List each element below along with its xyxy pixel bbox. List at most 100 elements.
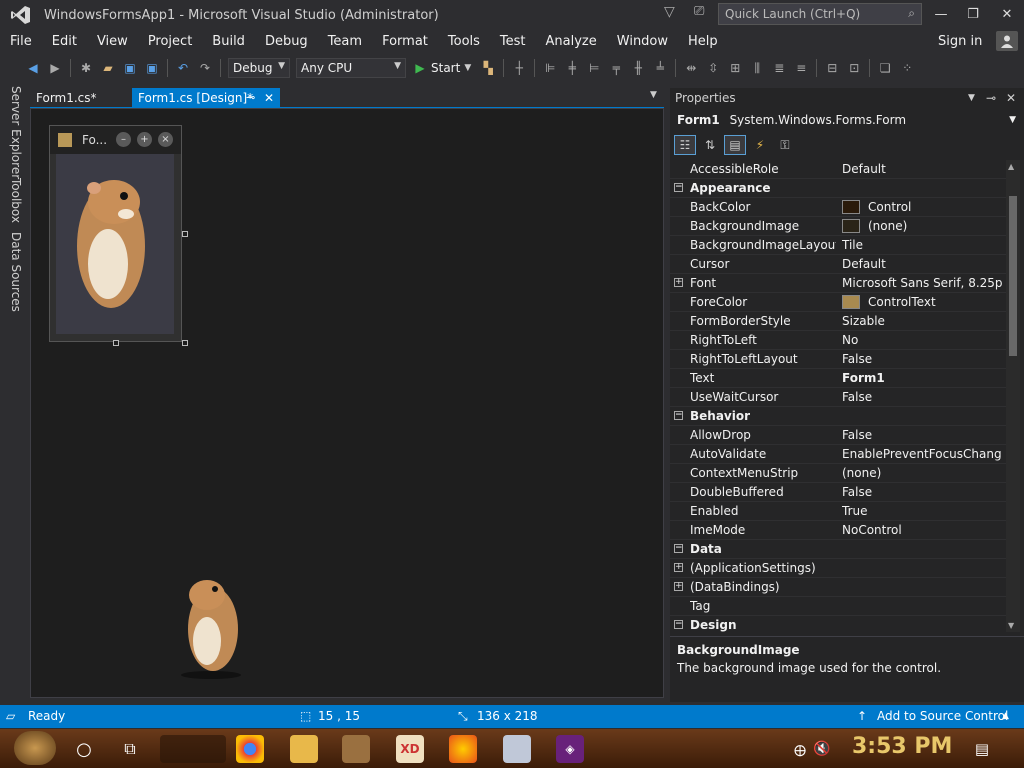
back-icon[interactable]: ◀ — [23, 58, 43, 78]
expand-icon[interactable]: + — [674, 278, 683, 287]
sign-in-link[interactable]: Sign in — [938, 30, 982, 54]
collapse-icon[interactable]: − — [674, 620, 683, 629]
property-row[interactable]: Text Form1 — [670, 369, 1006, 388]
align-centers-icon[interactable]: ╪ — [562, 58, 582, 78]
file-explorer-icon[interactable] — [290, 735, 318, 763]
property-row[interactable]: ContextMenuStrip (none) — [670, 464, 1006, 483]
property-value[interactable]: Microsoft Sans Serif, 8.25pt — [842, 274, 1002, 293]
expand-icon[interactable]: + — [674, 582, 683, 591]
make-same-height-icon[interactable]: ⇳ — [703, 58, 723, 78]
menu-view[interactable]: View — [87, 30, 138, 54]
property-row[interactable]: UseWaitCursor False — [670, 388, 1006, 407]
tab-form1-cs[interactable]: Form1.cs* — [30, 88, 130, 108]
property-category[interactable]: − Data — [670, 540, 1006, 559]
property-row[interactable]: ImeMode NoControl — [670, 521, 1006, 540]
user-icon[interactable] — [996, 31, 1018, 51]
pin-icon[interactable]: ⊸ — [246, 88, 255, 108]
property-row[interactable]: BackgroundImage (none) — [670, 217, 1006, 236]
align-middles-icon[interactable]: ╫ — [628, 58, 648, 78]
scroll-up-icon[interactable]: ▲ — [1008, 162, 1014, 171]
volume-muted-icon[interactable]: 🔇 — [808, 735, 836, 763]
menu-window[interactable]: Window — [607, 30, 678, 54]
property-row[interactable]: Enabled True — [670, 502, 1006, 521]
close-button[interactable]: ✕ — [990, 0, 1024, 28]
align-rights-icon[interactable]: ⊨ — [584, 58, 604, 78]
property-category[interactable]: − Behavior — [670, 407, 1006, 426]
make-same-size-icon[interactable]: ⊞ — [725, 58, 745, 78]
browser-link-icon[interactable]: ▚ — [478, 58, 498, 78]
tab-form1-design[interactable]: Form1.cs [Design]* ⊸ ✕ — [132, 88, 280, 108]
property-row[interactable]: + (DataBindings) — [670, 578, 1006, 597]
center-horizontally-icon[interactable]: ⊟ — [822, 58, 842, 78]
property-value[interactable]: True — [842, 502, 1002, 521]
start-button[interactable]: Start — [431, 61, 460, 75]
tab-overflow-icon[interactable]: ▼ — [650, 90, 657, 100]
pin-icon[interactable]: ⊸ — [986, 88, 996, 108]
restore-button[interactable]: ❐ — [956, 0, 990, 28]
scrollbar-thumb[interactable] — [1009, 196, 1017, 356]
notifications-icon[interactable]: ▤ — [968, 735, 996, 763]
properties-icon[interactable]: ▤ — [724, 135, 746, 155]
property-value[interactable]: False — [842, 350, 1002, 369]
collapse-icon[interactable]: − — [674, 544, 683, 553]
property-value[interactable]: False — [842, 426, 1002, 445]
taskbar-clock[interactable]: 3:53 PM — [852, 734, 952, 759]
property-grid-scrollbar[interactable]: ▲ ▼ — [1006, 160, 1020, 632]
form-designer-surface[interactable]: Fo... – + × — [30, 108, 664, 698]
new-project-icon[interactable]: ✱ — [76, 58, 96, 78]
start-menu-icon[interactable] — [14, 731, 56, 765]
property-value[interactable]: Form1 — [842, 369, 1002, 388]
align-bottoms-icon[interactable]: ╧ — [650, 58, 670, 78]
alphabetical-icon[interactable]: ⇅ — [699, 135, 721, 155]
scroll-down-icon[interactable]: ▼ — [1008, 621, 1014, 630]
property-row[interactable]: Tag — [670, 597, 1006, 616]
close-icon[interactable]: ✕ — [1006, 88, 1016, 108]
vertical-spacing-icon[interactable]: ≣ — [769, 58, 789, 78]
resize-handle-corner[interactable] — [182, 340, 188, 346]
property-value[interactable]: Default — [842, 160, 1002, 179]
object-selector[interactable]: Form1 System.Windows.Forms.Form ▼ — [674, 110, 1020, 130]
spacing-icon[interactable]: ≡ — [791, 58, 811, 78]
property-value[interactable]: No — [842, 331, 1002, 350]
undo-icon[interactable]: ↶ — [173, 58, 193, 78]
search-box[interactable] — [160, 735, 226, 763]
send-to-back-icon[interactable]: ⁘ — [897, 58, 917, 78]
minimize-button[interactable]: — — [924, 0, 958, 28]
property-row[interactable]: + (ApplicationSettings) — [670, 559, 1006, 578]
horizontal-spacing-icon[interactable]: ⫼ — [747, 58, 767, 78]
save-icon[interactable]: ▣ — [120, 58, 140, 78]
events-icon[interactable]: ⚡ — [749, 135, 771, 155]
property-row[interactable]: AllowDrop False — [670, 426, 1006, 445]
open-file-icon[interactable]: ▰ — [98, 58, 118, 78]
property-row[interactable]: + Font Microsoft Sans Serif, 8.25pt — [670, 274, 1006, 293]
xd-app-icon[interactable]: XD — [396, 735, 424, 763]
property-value[interactable]: False — [842, 388, 1002, 407]
menu-analyze[interactable]: Analyze — [536, 30, 607, 54]
property-value[interactable]: EnablePreventFocusChange — [842, 445, 1002, 464]
property-row[interactable]: AutoValidate EnablePreventFocusChange — [670, 445, 1006, 464]
property-row[interactable]: Cursor Default — [670, 255, 1006, 274]
property-value[interactable]: (none) — [842, 217, 1002, 236]
toolbox-tab[interactable]: Toolbox — [9, 178, 23, 223]
property-value[interactable]: Default — [842, 255, 1002, 274]
menu-build[interactable]: Build — [202, 30, 255, 54]
task-view-icon[interactable]: ⧉ — [116, 735, 144, 763]
make-same-width-icon[interactable]: ⇹ — [681, 58, 701, 78]
property-value[interactable]: (none) — [842, 464, 1002, 483]
categorized-icon[interactable]: ☷ — [674, 135, 696, 155]
resize-handle-right[interactable] — [182, 231, 188, 237]
menu-test[interactable]: Test — [490, 30, 536, 54]
align-tops-icon[interactable]: ╤ — [606, 58, 626, 78]
menu-project[interactable]: Project — [138, 30, 202, 54]
property-row[interactable]: DoubleBuffered False — [670, 483, 1006, 502]
solution-config-select[interactable]: Debug ▼ — [228, 58, 290, 78]
menu-debug[interactable]: Debug — [255, 30, 318, 54]
firefox-icon[interactable] — [449, 735, 477, 763]
align-lefts-icon[interactable]: ⊫ — [540, 58, 560, 78]
quick-launch-input[interactable]: Quick Launch (Ctrl+Q) ⌕ — [718, 3, 922, 25]
chevron-down-icon[interactable]: ▼ — [464, 63, 471, 73]
menu-help[interactable]: Help — [678, 30, 728, 54]
close-tab-icon[interactable]: ✕ — [264, 88, 274, 108]
property-row[interactable]: ForeColor ControlText — [670, 293, 1006, 312]
paint-icon[interactable] — [503, 735, 531, 763]
